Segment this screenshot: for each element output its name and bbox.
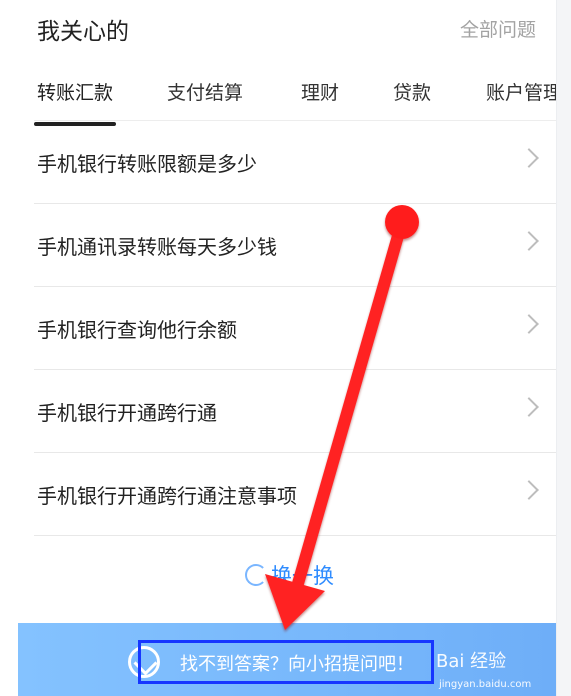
list-item-label: 手机银行查询他行余额 [37,318,237,342]
tab-bar: 转账汇款 支付结算 理财 贷款 账户管理 [0,70,556,125]
baidu-watermark: Bai 经验 [436,651,507,672]
chevron-right-icon [519,231,539,251]
list-item[interactable]: 手机银行查询他行余额 [34,287,556,370]
baidu-watermark-url: jingyan.baidu.com [439,679,532,690]
tab-wealth-management[interactable]: 理财 [301,78,339,105]
tab-payment-settlement[interactable]: 支付结算 [167,78,243,105]
list-item-label: 手机银行开通跨行通注意事项 [37,484,297,508]
question-list: 手机银行转账限额是多少 手机通讯录转账每天多少钱 手机银行查询他行余额 手机银行… [0,120,556,536]
chevron-right-icon [519,314,539,334]
right-edge-panel [556,0,571,696]
tab-loans[interactable]: 贷款 [393,78,431,105]
header: 我关心的 全部问题 [0,0,556,58]
page-title: 我关心的 [37,19,129,45]
highlight-box [138,640,434,684]
tab-account-management[interactable]: 账户管理 [486,78,556,105]
list-item[interactable]: 手机通讯录转账每天多少钱 [34,204,556,287]
page: 我关心的 全部问题 转账汇款 支付结算 理财 贷款 账户管理 手机银行转账限额是… [0,0,571,696]
list-item-label: 手机银行开通跨行通 [37,401,217,425]
refresh-label: 换一换 [271,564,334,588]
list-item-label: 手机通讯录转账每天多少钱 [37,235,277,259]
refresh-button[interactable]: 换一换 [245,560,334,590]
list-item[interactable]: 手机银行开通跨行通 [34,370,556,453]
chevron-right-icon [519,148,539,168]
list-item[interactable]: 手机银行转账限额是多少 [34,120,556,204]
list-item[interactable]: 手机银行开通跨行通注意事项 [34,453,556,536]
chevron-right-icon [519,397,539,417]
list-item-label: 手机银行转账限额是多少 [37,152,257,176]
refresh-icon [245,564,267,586]
tab-transfer[interactable]: 转账汇款 [37,78,113,105]
chevron-right-icon [519,480,539,500]
all-questions-link[interactable]: 全部问题 [460,15,536,42]
